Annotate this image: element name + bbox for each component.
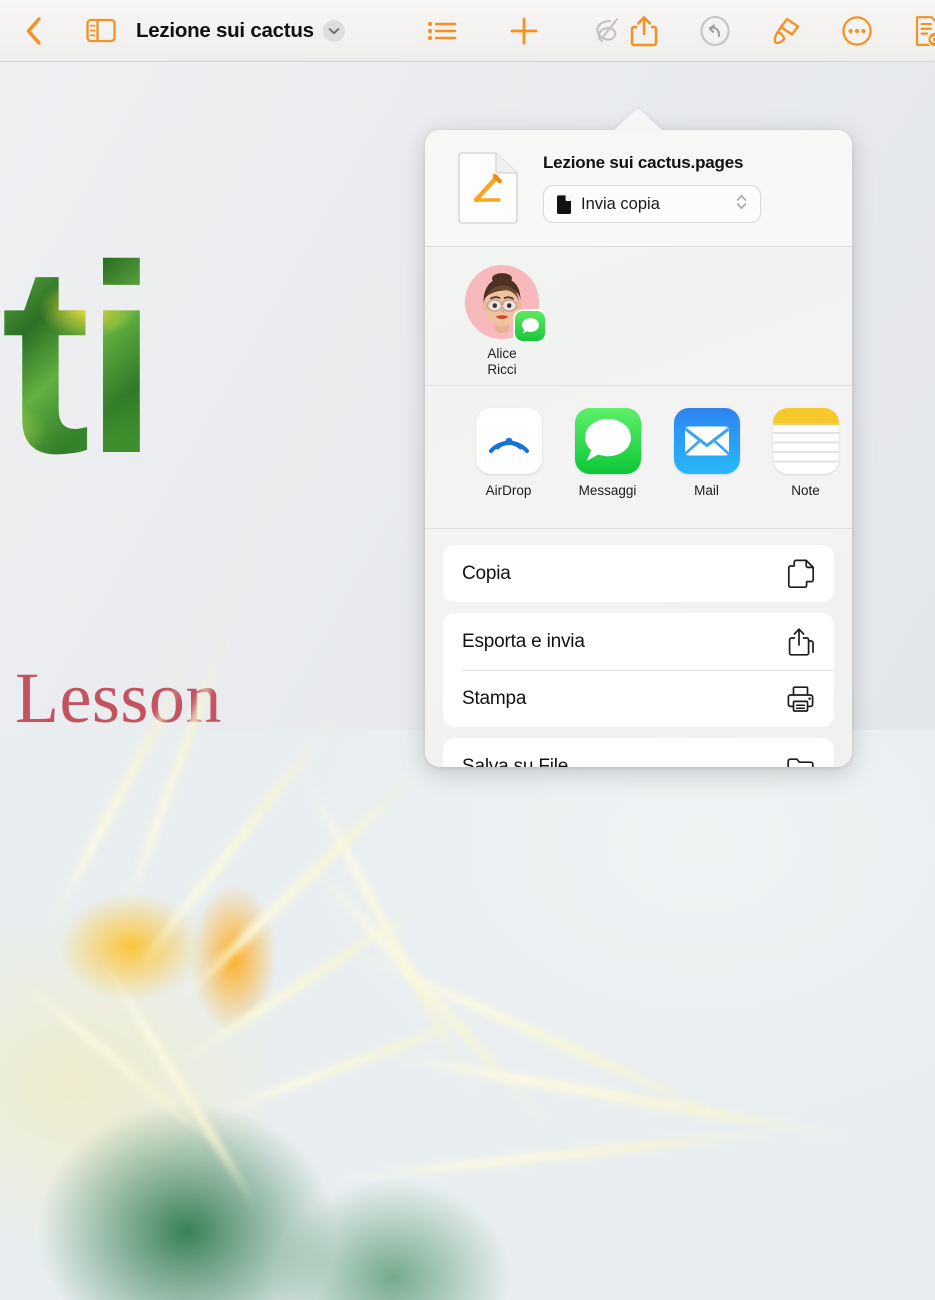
action-group-export-print: Esporta e invia Stampa (443, 613, 834, 727)
share-popover: Lezione sui cactus.pages Invia copia Ali… (425, 130, 852, 767)
bulleted-list-icon (427, 21, 457, 40)
app-label: Messaggi (578, 483, 637, 498)
undo-icon (700, 15, 730, 46)
share-apps-row: AirDrop Messaggi Mail Note (425, 386, 852, 529)
suggested-contacts-row: Alice Ricci (425, 247, 852, 386)
shared-file-name: Lezione sui cactus.pages (543, 153, 744, 172)
airdrop-icon (475, 408, 542, 474)
toolbar-center-group (423, 12, 625, 50)
app-label: AirDrop (485, 483, 532, 498)
undo-button[interactable] (696, 12, 734, 50)
document-headline: cti (0, 232, 153, 487)
folder-icon (786, 755, 815, 767)
pages-document-icon (457, 152, 519, 224)
contact-alice-ricci[interactable]: Alice Ricci (459, 265, 545, 378)
speech-bubble-icon (521, 318, 539, 334)
chevron-down-icon (328, 27, 340, 34)
sidebar-icon (86, 18, 116, 43)
action-label: Copia (462, 562, 511, 584)
popover-header-text: Lezione sui cactus.pages Invia copia (543, 153, 761, 223)
annotate-button[interactable] (587, 12, 625, 50)
cactus-photo (0, 617, 935, 1300)
share-target-airdrop[interactable]: AirDrop (459, 408, 558, 498)
mail-icon (673, 408, 740, 474)
plus-icon (510, 17, 538, 44)
action-label: Salva su File (462, 755, 569, 768)
title-menu-button[interactable] (322, 19, 345, 42)
back-button[interactable] (14, 12, 52, 50)
notes-icon (772, 408, 839, 474)
document-eye-icon (915, 15, 935, 47)
scribble-annotate-icon (596, 17, 619, 42)
action-label: Esporta e invia (462, 630, 585, 652)
share-icon (630, 15, 658, 46)
ellipsis-circle-icon (842, 15, 872, 46)
action-stampa[interactable]: Stampa (443, 670, 834, 727)
contact-last-name: Ricci (487, 361, 517, 377)
share-button[interactable] (625, 12, 663, 50)
contact-first-name: Alice (487, 346, 517, 361)
send-option-select[interactable]: Invia copia (543, 185, 761, 223)
page-title: Lezione sui cactus (136, 18, 314, 42)
list-button[interactable] (423, 12, 461, 50)
document-view-button[interactable] (909, 12, 935, 50)
share-target-mail[interactable]: Mail (657, 408, 756, 498)
chevron-left-icon (26, 16, 41, 45)
share-target-messaggi[interactable]: Messaggi (558, 408, 657, 498)
action-salva-su-file[interactable]: Salva su File (443, 738, 834, 767)
toolbar-left-group: Lezione sui cactus (0, 12, 345, 50)
format-button[interactable] (767, 12, 805, 50)
contact-name: Alice Ricci (459, 346, 545, 378)
send-option-label: Invia copia (581, 194, 660, 213)
stepper-chevron-icon (735, 192, 748, 217)
paintbrush-icon (773, 17, 799, 44)
pages-app-window: Lezione sui cactus ti Lesson Lezione sui… (0, 0, 935, 1300)
share-actions-list: Copia Esporta e invia Stampa Salva su Fi… (425, 529, 852, 767)
avatar-wrap (465, 265, 545, 341)
popover-header: Lezione sui cactus.pages Invia copia (425, 130, 852, 247)
action-copia[interactable]: Copia (443, 545, 834, 602)
action-group-save: Salva su File (443, 738, 834, 767)
copy-icon (787, 559, 815, 589)
messages-icon (574, 408, 641, 474)
printer-icon (786, 685, 815, 713)
document-toolbar: Lezione sui cactus (0, 0, 935, 62)
popover-arrow (613, 108, 663, 131)
action-group-copy: Copia (443, 545, 834, 602)
insert-button[interactable] (505, 12, 543, 50)
action-label: Stampa (462, 687, 527, 709)
messages-badge (515, 311, 545, 341)
share-export-icon (787, 627, 815, 657)
document-filled-icon (557, 194, 571, 214)
more-button[interactable] (838, 12, 876, 50)
document-canvas[interactable]: cti e Lesson (0, 62, 935, 1300)
sidebar-toggle-button[interactable] (82, 12, 120, 50)
app-label: Mail (694, 483, 719, 498)
share-target-note[interactable]: Note (756, 408, 852, 498)
action-esporta-e-invia[interactable]: Esporta e invia (443, 613, 834, 670)
app-label: Note (791, 483, 820, 498)
toolbar-right-group (625, 12, 935, 50)
